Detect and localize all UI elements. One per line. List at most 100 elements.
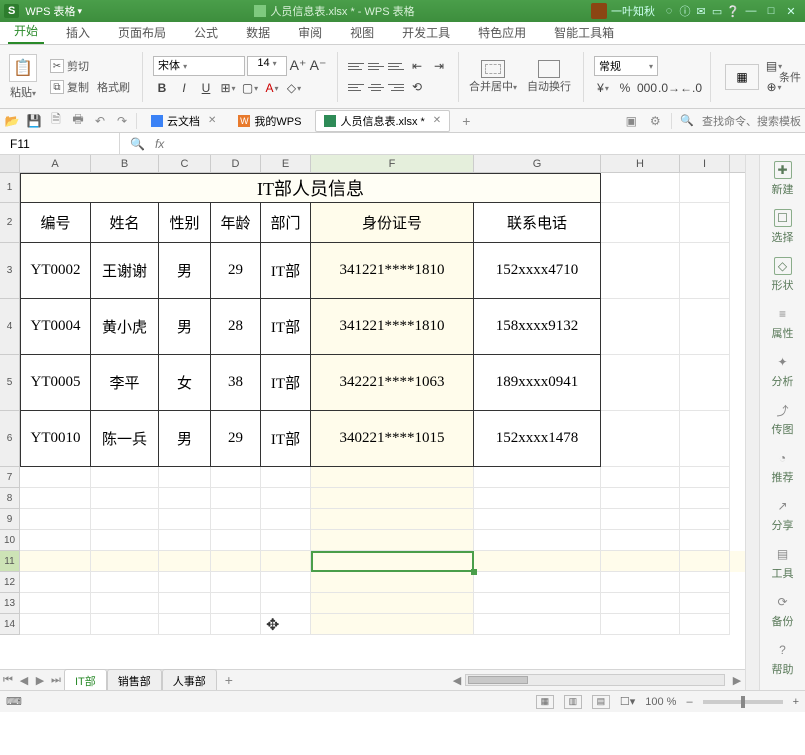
align-right-button[interactable] [388,80,404,94]
table-cell[interactable]: 男 [159,243,211,299]
percent-button[interactable]: % [616,79,634,97]
doctab-mywps[interactable]: W我的WPS [230,111,309,131]
row-header[interactable]: 5 [0,355,20,411]
table-cell[interactable]: 342221****1063 [311,355,474,411]
format-painter-button[interactable]: 格式刷 [95,78,132,96]
sheet-tab[interactable]: 销售部 [107,669,162,690]
currency-button[interactable]: ¥▾ [594,79,612,97]
tab-smart-tools[interactable]: 智能工具箱 [548,21,620,44]
side-recommend[interactable]: ◔推荐 [772,449,794,485]
col-header[interactable]: H [601,155,680,172]
info-icon[interactable]: ⓘ [677,3,693,19]
sheet-nav-prev[interactable]: ◀ [16,674,32,687]
side-tools[interactable]: ▤工具 [772,545,794,581]
table-cell[interactable]: 158xxxx9132 [474,299,601,355]
table-cell[interactable]: IT部 [261,355,311,411]
col-header[interactable]: I [680,155,730,172]
border-button[interactable]: ⊞▾ [219,79,237,97]
sheet-nav-first[interactable]: ⏮ [0,674,16,687]
keyboard-icon[interactable]: ⌨ [6,695,22,708]
sheet-nav-next[interactable]: ▶ [32,674,48,687]
row-header[interactable]: 13 [0,593,20,614]
col-header[interactable]: D [211,155,261,172]
tab-data[interactable]: 数据 [240,21,276,44]
sync-icon[interactable]: ◌ [661,5,677,17]
table-header-cell[interactable]: 姓名 [91,203,159,243]
cell-style-button[interactable]: ▦ [725,64,759,90]
italic-button[interactable]: I [175,79,193,97]
table-cell[interactable]: 男 [159,299,211,355]
table-cell[interactable]: 黄小虎 [91,299,159,355]
mail-icon[interactable]: ✉ [693,5,709,18]
table-cell[interactable]: 341221****1810 [311,243,474,299]
select-all-corner[interactable] [0,155,20,172]
table-cell[interactable]: 王谢谢 [91,243,159,299]
save-icon[interactable]: 💾 [26,113,42,129]
copy-button[interactable]: ⧉复制 [48,78,91,96]
sheet-tab[interactable]: 人事部 [162,669,217,690]
table-cell[interactable]: IT部 [261,411,311,467]
table-cell[interactable]: IT部 [261,299,311,355]
sheet-tab[interactable]: IT部 [64,669,107,690]
font-size-select[interactable]: 14 ▾ [247,56,287,76]
table-cell[interactable]: IT部 [261,243,311,299]
table-cell[interactable]: 29 [211,411,261,467]
user-avatar[interactable] [591,3,607,19]
font-name-select[interactable]: 宋体 ▾ [153,56,245,76]
tab-dev-tools[interactable]: 开发工具 [396,21,456,44]
selection-handle[interactable] [471,569,477,575]
side-upload-image[interactable]: ⤴传图 [772,401,794,437]
horizontal-scrollbar[interactable] [465,674,725,686]
doctab-current[interactable]: 人员信息表.xlsx *✕ [315,110,450,132]
table-cell[interactable]: 陈一兵 [91,411,159,467]
decrease-decimal-button[interactable]: ←.0 [682,79,700,97]
close-icon[interactable]: ✕ [208,115,216,126]
tab-insert[interactable]: 插入 [60,21,96,44]
minimize-button[interactable]: — [741,5,761,17]
user-name[interactable]: 一叶知秋 [611,3,655,19]
row-header[interactable]: 8 [0,488,20,509]
column-headers[interactable]: A B C D E F G H I [0,155,745,173]
paste-button[interactable]: 📋 粘贴▾ [6,54,40,100]
side-props[interactable]: ≡属性 [772,305,794,341]
col-header[interactable]: E [261,155,311,172]
comma-button[interactable]: 000 [638,79,656,97]
row-header[interactable]: 7 [0,467,20,488]
increase-decimal-button[interactable]: .0→ [660,79,678,97]
align-bottom-button[interactable] [388,59,404,73]
row-header[interactable]: 9 [0,509,20,530]
row-header[interactable]: 10 [0,530,20,551]
clear-format-button[interactable]: ◇▾ [285,79,303,97]
tab-page-layout[interactable]: 页面布局 [112,21,172,44]
align-left-button[interactable] [348,80,364,94]
indent-decrease-button[interactable]: ⇤ [408,57,426,75]
fx-button[interactable]: fx [155,137,164,151]
search-icon[interactable]: 🔍 [680,114,694,127]
window-icon[interactable]: ▭ [709,5,725,18]
table-header-cell[interactable]: 联系电话 [474,203,601,243]
table-cell[interactable]: 152xxxx1478 [474,411,601,467]
zoom-out-button[interactable]: – [686,696,692,708]
col-header[interactable]: F [311,155,474,172]
table-header-cell[interactable]: 身份证号 [311,203,474,243]
print-icon[interactable]: 🖶 [70,113,86,129]
table-cell[interactable]: YT0005 [20,355,91,411]
maximize-button[interactable]: □ [761,5,781,17]
tab-review[interactable]: 审阅 [292,21,328,44]
row-header[interactable]: 12 [0,572,20,593]
merge-center-button[interactable]: 合并居中▾ [469,60,517,94]
table-cell[interactable]: 152xxxx4710 [474,243,601,299]
col-header[interactable]: C [159,155,211,172]
help-icon[interactable]: ❔ [725,5,741,18]
row-header[interactable]: 2 [0,203,20,243]
table-header-cell[interactable]: 性别 [159,203,211,243]
font-color-button[interactable]: A▾ [263,79,281,97]
fill-color-button[interactable]: ▢▾ [241,79,259,97]
view-normal-button[interactable]: ▦ [536,695,554,709]
align-center-button[interactable] [368,80,384,94]
side-analyze[interactable]: ✦分析 [772,353,794,389]
side-select[interactable]: ☐选择 [772,209,794,245]
hscroll-right[interactable]: ▶ [729,674,745,687]
redo-icon[interactable]: ↷ [114,113,130,129]
close-button[interactable]: ✕ [781,5,801,18]
